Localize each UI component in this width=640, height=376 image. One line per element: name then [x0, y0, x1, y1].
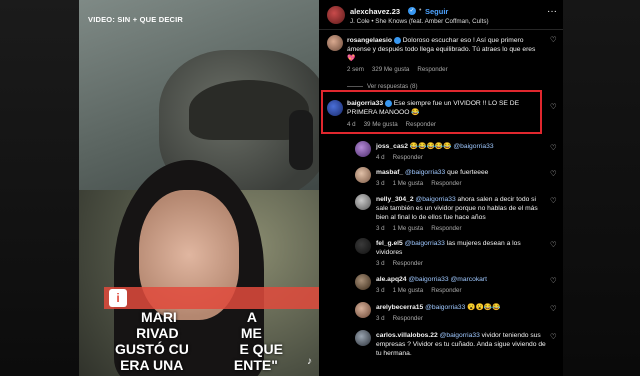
more-options-icon[interactable]: ··· — [547, 6, 557, 17]
comment-username[interactable]: joss_cas2 — [376, 143, 408, 150]
comment-text: rosangelaesio Doloroso escuchar eso ! As… — [347, 36, 536, 62]
like-heart-icon[interactable]: ♡ — [550, 143, 557, 152]
video-player[interactable]: VIDEO: SIN + QUE DECIR i MARI A RIVAD ME… — [79, 0, 319, 376]
comment-meta: 4 d 39 Me gusta Responder — [347, 121, 436, 128]
audio-track[interactable]: J. Cole • She Knows (feat. Amber Coffman… — [350, 18, 489, 25]
screen: VIDEO: SIN + QUE DECIR i MARI A RIVAD ME… — [0, 0, 640, 376]
like-heart-icon[interactable]: ♡ — [550, 276, 557, 285]
comment-username[interactable]: fel_g.el5 — [376, 240, 403, 247]
banner-icon: i — [109, 289, 127, 307]
comment-username[interactable]: carlos.villalobos.22 — [376, 332, 438, 339]
reply-button[interactable]: Responder — [393, 315, 423, 322]
comment-username[interactable]: arelybecerra15 — [376, 304, 423, 311]
avatar[interactable] — [355, 330, 371, 346]
comment-username[interactable]: baigorria33 — [347, 100, 383, 107]
like-heart-icon[interactable]: ♡ — [550, 240, 557, 249]
comment-text: masbaf_ @baigorria33 que fuerteeee — [376, 169, 489, 176]
comment-meta: 3 d Responder — [376, 260, 423, 267]
avatar[interactable] — [327, 6, 345, 24]
avatar[interactable] — [327, 35, 343, 51]
avatar[interactable] — [355, 274, 371, 290]
comment-text: fel_g.el5 @baigorria33 las mujeres desea… — [376, 240, 521, 256]
like-heart-icon[interactable]: ♡ — [550, 196, 557, 205]
like-heart-icon[interactable]: ♡ — [550, 169, 557, 178]
comment-text: ale.apq24 @baigorria33 @marcokart — [376, 276, 487, 283]
follow-button[interactable]: Seguir — [425, 7, 448, 16]
post-username[interactable]: alexchavez.23 — [350, 7, 400, 16]
like-heart-icon[interactable]: ♡ — [550, 332, 557, 341]
video-subtitle-line-5: ERA UNA ENTE" — [120, 357, 278, 373]
comment-text: carlos.villalobos.22 @baigorria33 vivido… — [376, 332, 546, 357]
video-banner — [104, 287, 319, 309]
background-right — [563, 0, 640, 376]
comment-username[interactable]: rosangelaesio — [347, 37, 392, 44]
comment-username[interactable]: masbaf_ — [376, 169, 403, 176]
avatar[interactable] — [327, 100, 343, 116]
comment-meta: 3 d1 Me gusta Responder — [376, 180, 462, 187]
reply-button[interactable]: Responder — [431, 287, 461, 294]
avatar[interactable] — [355, 194, 371, 210]
avatar[interactable] — [355, 238, 371, 254]
comment-meta: 2 sem 329 Me gusta Responder — [347, 66, 448, 73]
reply-button[interactable]: Responder — [431, 180, 461, 187]
comments-panel: alexchavez.23 ✓ • Seguir J. Cole • She K… — [319, 0, 563, 376]
comment-username[interactable]: ale.apq24 — [376, 276, 406, 283]
avatar[interactable] — [355, 167, 371, 183]
reply-button[interactable]: Responder — [417, 66, 447, 73]
reply-button[interactable]: Responder — [393, 154, 423, 161]
background-left — [0, 0, 79, 376]
like-heart-icon[interactable]: ♡ — [550, 304, 557, 313]
view-replies-button[interactable]: Ver respuestas (8) — [347, 83, 418, 90]
comment-username[interactable]: nelly_304_2 — [376, 196, 414, 203]
video-headphones — [289, 110, 313, 170]
like-heart-icon[interactable]: ♡ — [550, 102, 557, 111]
comment-meta: 3 d Responder — [376, 315, 423, 322]
comment-text: nelly_304_2 @baigorria33 ahora salen a d… — [376, 196, 538, 221]
video-caption-tag: VIDEO: SIN + QUE DECIR — [88, 15, 184, 24]
avatar[interactable] — [355, 302, 371, 318]
comment-text: joss_cas2 😂😂😂😂😂 @baigorria33 — [376, 143, 494, 150]
video-subtitle-line-3: RIVAD ME — [136, 325, 262, 341]
tiktok-icon: ♪ — [307, 356, 312, 367]
video-subtitle-line-2: MARI A — [141, 309, 257, 325]
video-subtitle-line-4: GUSTÓ CU E QUE — [114, 341, 284, 357]
verified-icon: ✓ — [408, 7, 416, 15]
reply-button[interactable]: Responder — [393, 260, 423, 267]
comment-meta: 4 d Responder — [376, 154, 423, 161]
like-heart-icon[interactable]: ♡ — [550, 35, 557, 44]
separator-dot: • — [419, 7, 422, 14]
reply-button[interactable]: Responder — [406, 121, 436, 128]
post-header: alexchavez.23 ✓ • Seguir J. Cole • She K… — [327, 6, 557, 26]
comment-text: arelybecerra15 @baigorria33 😮😮😂😂 — [376, 304, 501, 311]
avatar[interactable] — [355, 141, 371, 157]
divider — [319, 29, 563, 30]
reply-button[interactable]: Responder — [431, 225, 461, 232]
comment-text: baigorria33 Ese siempre fue un VIVIDOR !… — [347, 99, 520, 116]
comment-meta: 3 d1 Me gusta Responder — [376, 287, 462, 294]
comment-meta: 3 d1 Me gusta Responder — [376, 225, 462, 232]
